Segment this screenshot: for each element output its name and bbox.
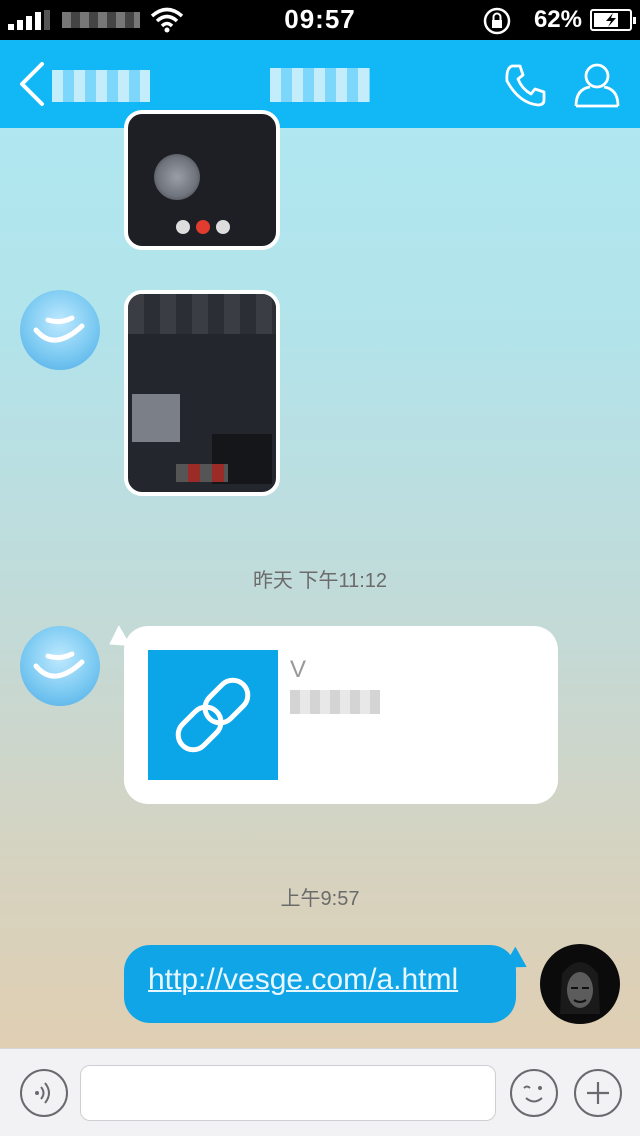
link-card-description-redacted xyxy=(290,690,380,714)
chat-title-redacted xyxy=(270,68,370,102)
person-icon[interactable] xyxy=(572,60,622,110)
status-bar: 09:57 62% xyxy=(0,0,640,40)
battery-percent: 62% xyxy=(533,6,582,33)
avatar[interactable] xyxy=(20,290,100,370)
image-message[interactable] xyxy=(124,290,280,496)
plus-icon[interactable] xyxy=(574,1069,622,1117)
voice-icon[interactable] xyxy=(20,1069,68,1117)
sent-message[interactable]: http://vesge.com/a.html xyxy=(124,945,516,1023)
avatar[interactable] xyxy=(540,944,620,1024)
message-input[interactable] xyxy=(80,1065,496,1121)
back-button[interactable] xyxy=(14,60,48,108)
avatar[interactable] xyxy=(20,626,100,706)
back-label-redacted[interactable] xyxy=(52,70,150,102)
message-link[interactable]: http://vesge.com/a.html xyxy=(148,963,458,997)
image-message[interactable] xyxy=(124,110,280,250)
link-card-title: V xyxy=(290,656,307,683)
phone-icon[interactable] xyxy=(500,60,550,110)
chat-navbar xyxy=(0,40,640,128)
battery-icon xyxy=(590,9,636,31)
emoji-icon[interactable] xyxy=(510,1069,558,1117)
timestamp: 昨天 下午11:12 xyxy=(252,570,388,592)
input-bar xyxy=(0,1048,640,1136)
timestamp: 上午9:57 xyxy=(280,888,360,910)
rotation-lock-icon xyxy=(483,7,511,35)
link-icon xyxy=(148,650,278,780)
